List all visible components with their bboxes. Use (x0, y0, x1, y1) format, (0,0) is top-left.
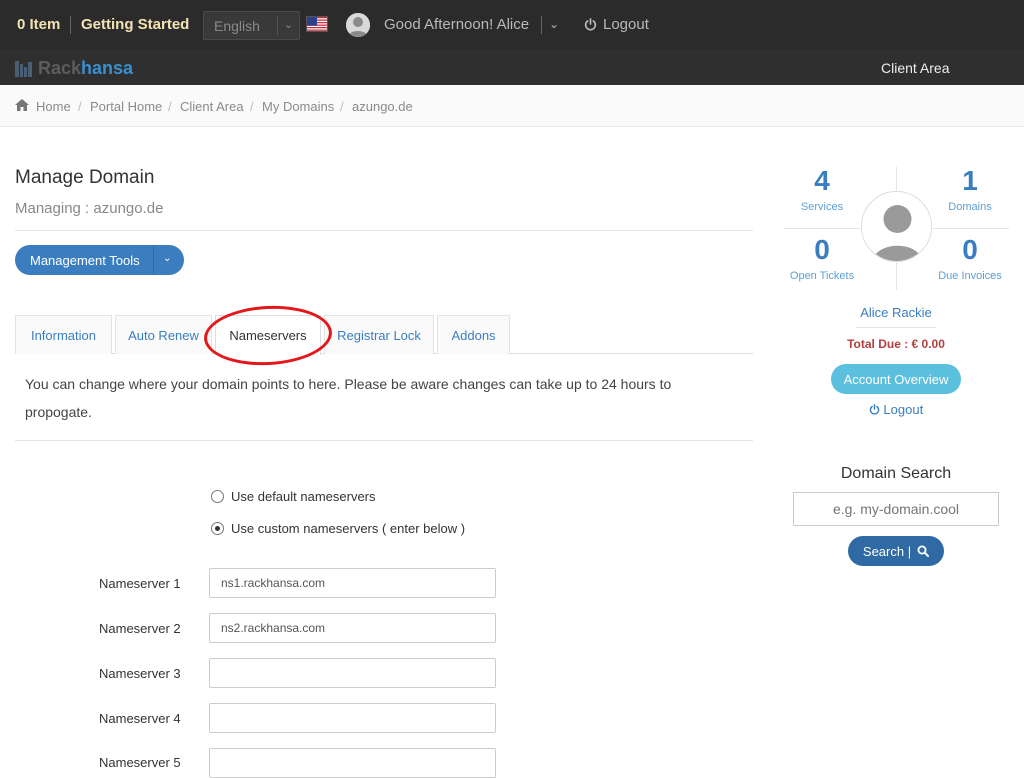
domain-tabs: Information Auto Renew Nameservers Regis… (15, 315, 753, 355)
divider (70, 16, 71, 34)
breadcrumb-separator: / (250, 99, 254, 114)
breadcrumb-home[interactable]: Home (36, 99, 71, 114)
management-tools-button[interactable]: Management Tools ⌄ (15, 245, 184, 275)
nameserver-3-label: Nameserver 3 (99, 666, 181, 681)
nameserver-2-input[interactable] (209, 613, 496, 643)
logout-link[interactable]: Logout (584, 16, 649, 33)
total-due: Total Due : € 0.00 (847, 337, 945, 351)
domain-search-button[interactable]: Search | (848, 536, 944, 566)
tab-addons[interactable]: Addons (437, 315, 510, 354)
search-icon (917, 545, 930, 557)
divider (15, 440, 753, 441)
divider (784, 228, 860, 229)
stat-number: 0 (814, 234, 830, 265)
chevron-down-icon: ⌄ (284, 19, 294, 31)
stat-label: Domains (948, 201, 992, 213)
nameserver-4-input[interactable] (209, 703, 496, 733)
page-subtitle: Managing : azungo.de (15, 200, 164, 217)
account-overview-button[interactable]: Account Overview (831, 364, 961, 394)
radio-default-nameservers[interactable]: Use default nameservers (211, 489, 376, 504)
logo-text-accent: hansa (81, 58, 134, 78)
nameserver-description: You can change where your domain points … (25, 376, 672, 420)
divider (933, 228, 1009, 229)
us-flag-icon[interactable] (306, 16, 328, 32)
stat-due-invoices[interactable]: 0 Due Invoices (915, 234, 1024, 282)
tab-registrar-lock[interactable]: Registrar Lock (324, 315, 434, 354)
tab-information[interactable]: Information (15, 315, 112, 354)
divider (856, 327, 936, 328)
divider (541, 16, 542, 34)
tab-nameservers[interactable]: Nameservers (215, 315, 321, 355)
logo[interactable]: Rack hansa (15, 58, 133, 79)
user-name-link[interactable]: Alice Rackie (796, 305, 996, 320)
stat-open-tickets[interactable]: 0 Open Tickets (767, 234, 877, 282)
breadcrumb-current: azungo.de (352, 99, 413, 114)
radio-button[interactable] (211, 490, 224, 503)
greeting-menu[interactable]: Good Afternoon! Alice (384, 16, 529, 33)
breadcrumb-separator: / (340, 99, 344, 114)
chevron-down-icon[interactable]: ⌄ (549, 17, 559, 31)
cart-link[interactable]: 0 Item (17, 16, 60, 33)
power-icon (584, 18, 597, 31)
nameserver-1-label: Nameserver 1 (99, 576, 181, 591)
breadcrumb: Home / Portal Home / Client Area / My Do… (0, 85, 1024, 127)
divider (153, 245, 154, 275)
stat-number: 4 (814, 165, 830, 196)
stat-label: Open Tickets (789, 270, 855, 282)
stat-services[interactable]: 4 Services (767, 165, 877, 213)
page-title: Manage Domain (15, 167, 155, 188)
nameserver-5-input[interactable] (209, 748, 496, 778)
management-tools-label: Management Tools (30, 252, 140, 268)
domain-search-title: Domain Search (840, 465, 952, 482)
sidebar-logout-link[interactable]: Logout (796, 402, 996, 417)
stat-number: 0 (962, 234, 978, 265)
radio-button[interactable] (211, 522, 224, 535)
stat-number: 1 (962, 165, 978, 196)
logout-label: Logout (883, 402, 924, 417)
domain-search-input[interactable] (793, 492, 999, 526)
logo-text: Rack (38, 58, 82, 78)
nameserver-1-input[interactable] (209, 568, 496, 598)
tab-auto-renew[interactable]: Auto Renew (115, 315, 212, 354)
language-select[interactable]: English ⌄ (203, 11, 300, 40)
radio-label: Use custom nameservers ( enter below ) (231, 521, 466, 536)
brand-bar: Rack hansa Client Area (0, 50, 1024, 85)
breadcrumb-my-domains[interactable]: My Domains (262, 99, 334, 114)
logout-label: Logout (603, 16, 649, 33)
user-avatar-large (861, 191, 932, 262)
nav-client-area[interactable]: Client Area (881, 60, 949, 76)
chevron-down-icon[interactable]: ⌄ (163, 253, 171, 264)
home-icon (15, 99, 29, 111)
radio-custom-nameservers[interactable]: Use custom nameservers ( enter below ) (211, 521, 465, 536)
user-avatar[interactable] (346, 13, 370, 37)
nameserver-2-label: Nameserver 2 (99, 621, 181, 636)
breadcrumb-client-area[interactable]: Client Area (180, 99, 244, 114)
breadcrumb-portal-home[interactable]: Portal Home (90, 99, 162, 114)
divider (15, 230, 753, 231)
search-button-label: Search | (862, 543, 912, 559)
stat-label: Services (800, 201, 844, 213)
top-bar: 0 Item Getting Started English ⌄ Good Af… (0, 0, 1024, 50)
radio-label: Use default nameservers (231, 489, 376, 504)
power-icon (869, 404, 880, 415)
language-value: English (214, 18, 260, 34)
getting-started-link[interactable]: Getting Started (81, 16, 189, 33)
logo-bars-icon (15, 60, 32, 77)
breadcrumb-separator: / (78, 99, 82, 114)
stat-label: Due Invoices (938, 270, 1002, 282)
nameserver-3-input[interactable] (209, 658, 496, 688)
nameserver-4-label: Nameserver 4 (99, 711, 181, 726)
breadcrumb-separator: / (168, 99, 172, 114)
stat-domains[interactable]: 1 Domains (915, 165, 1024, 213)
divider (277, 17, 278, 35)
